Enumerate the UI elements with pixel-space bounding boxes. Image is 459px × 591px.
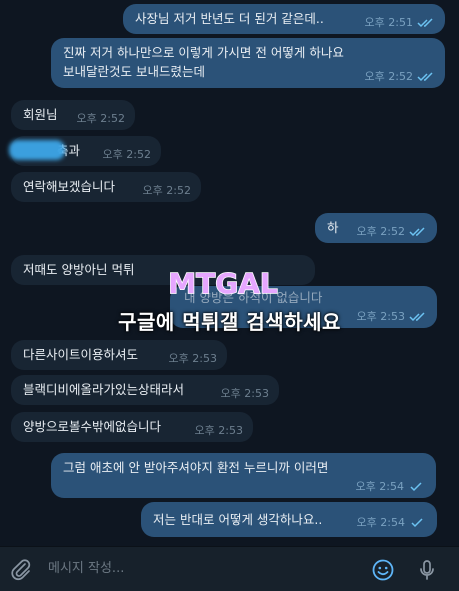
- message-meta: 오후 2:52: [365, 70, 435, 84]
- message-text: 저때도 양방아닌 먹튀: [23, 262, 135, 277]
- single-check-icon: [411, 518, 423, 528]
- attach-paperclip-icon[interactable]: [9, 558, 33, 582]
- message-incoming[interactable]: 블랙디비에올라가있는상태라서 오후 2:53: [11, 375, 279, 405]
- message-time: 오후 2:51: [364, 16, 413, 29]
- double-check-icon: [417, 18, 433, 28]
- message-incoming[interactable]: 양방으로볼수밖에없습니다 오후 2:53: [11, 412, 253, 442]
- message-incoming[interactable]: 다른사이트이용하셔도 오후 2:53: [11, 340, 227, 370]
- message-meta: 오후 2:52: [103, 148, 151, 162]
- message-text: 블랙디비에올라가있는상태라서: [23, 382, 185, 397]
- message-outgoing[interactable]: 저는 반대로 어떻게 생각하나요.. 오후 2:54: [141, 502, 437, 537]
- message-incoming[interactable]: 연락해보겠습니다 오후 2:52: [11, 172, 201, 202]
- message-time: 오후 2:53: [194, 424, 243, 437]
- message-meta: 오후 2:54: [356, 480, 426, 494]
- message-meta: 오후 2:52: [143, 184, 191, 198]
- message-text: 저는 반대로 어떻게 생각하나요..: [153, 512, 323, 527]
- message-meta: 오후 2:54: [357, 516, 427, 530]
- chat-history: 사장님 저거 반년도 더 된거 같은데.. 오후 2:51 진짜 저거 하나만으…: [0, 0, 459, 546]
- message-meta: 오후 2:53: [221, 387, 269, 401]
- message-time: 오후 2:52: [76, 112, 125, 125]
- watermark-text: 구글에 먹튀갤 검색하세요: [118, 310, 341, 334]
- message-text: 양방으로볼수밖에없습니다: [23, 419, 162, 434]
- emoji-icon[interactable]: [371, 558, 395, 582]
- message-meta: 오후 2:53: [195, 424, 243, 438]
- message-time: 오후 2:52: [364, 70, 413, 83]
- message-text: 다른사이트이용하셔도: [23, 347, 139, 362]
- message-time: 오후 2:52: [102, 148, 151, 161]
- message-text-line2: 보내달란것도 보내드렸는데: [63, 64, 205, 79]
- message-time: 오후 2:52: [356, 225, 405, 238]
- watermark-logo: MTGAL: [168, 266, 279, 301]
- message-time: 오후 2:52: [142, 184, 191, 197]
- composer-bar: 메시지 작성...: [0, 546, 459, 591]
- message-time: 오후 2:53: [168, 352, 217, 365]
- message-text: 회원님: [23, 107, 58, 122]
- double-check-icon: [417, 72, 433, 82]
- message-text: 그럼 애초에 안 받아주셔야지 환전 누르니까 이러면: [63, 460, 329, 475]
- message-meta: 오후 2:53: [169, 352, 217, 366]
- microphone-icon[interactable]: [415, 558, 439, 582]
- message-meta: 오후 2:51: [365, 16, 435, 30]
- message-outgoing[interactable]: 그럼 애초에 안 받아주셔야지 환전 누르니까 이러면 오후 2:54: [51, 453, 436, 498]
- message-outgoing[interactable]: 사장님 저거 반년도 더 된거 같은데.. 오후 2:51: [123, 4, 445, 34]
- redacted-name-blur: [9, 140, 65, 160]
- message-incoming[interactable]: 회원님 오후 2:52: [11, 100, 135, 130]
- message-time: 오후 2:54: [355, 480, 404, 493]
- message-outgoing[interactable]: 하 오후 2:52: [315, 213, 437, 243]
- double-check-icon: [409, 227, 425, 237]
- single-check-icon: [410, 482, 422, 492]
- message-text-line1: 진짜 저거 하나만으로 이렇게 가시면 전 어떻게 하나요: [63, 45, 344, 60]
- message-text: 연락해보겠습니다: [23, 179, 116, 194]
- svg-text:MTGAL: MTGAL: [168, 267, 278, 300]
- message-outgoing[interactable]: 진짜 저거 하나만으로 이렇게 가시면 전 어떻게 하나요 보내달란것도 보내드…: [51, 38, 445, 88]
- message-text: 사장님 저거 반년도 더 된거 같은데..: [135, 11, 324, 26]
- message-input[interactable]: 메시지 작성...: [48, 559, 124, 579]
- message-text: 하: [327, 220, 339, 235]
- message-meta: 오후 2:52: [357, 225, 427, 239]
- message-time: 오후 2:54: [356, 516, 405, 529]
- message-meta: 오후 2:52: [77, 112, 125, 126]
- message-time: 오후 2:53: [220, 387, 269, 400]
